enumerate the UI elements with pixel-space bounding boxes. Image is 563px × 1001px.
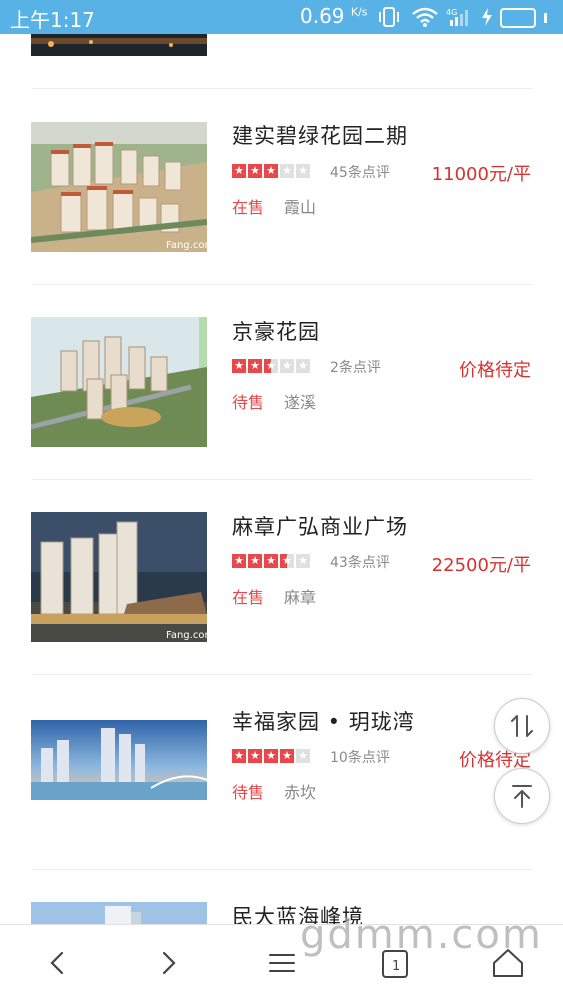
thumbnail-logo: Fang.com <box>166 630 207 641</box>
star-icon: ★ <box>280 359 294 373</box>
district-label: 麻章 <box>284 588 317 607</box>
review-count: 45条点评 <box>330 165 390 181</box>
star-icon: ★ <box>232 359 246 373</box>
star-icon: ★ <box>264 749 278 763</box>
listing-feed[interactable]: Fang.com 建实碧绿花园二期 ★★★★★ 45条点评 11000元/平 在… <box>0 34 563 924</box>
star-icon: ★ <box>296 749 310 763</box>
rating-stars: ★ ★ ★ ★ ★ <box>232 359 310 373</box>
back-to-top-button[interactable] <box>494 768 550 824</box>
listing-title[interactable]: 麻章广弘商业广场 <box>232 511 408 541</box>
listing-thumbnail[interactable] <box>31 317 207 447</box>
listing-title[interactable]: 京豪花园 <box>232 316 320 346</box>
list-divider <box>32 88 532 89</box>
district-label: 霞山 <box>284 198 317 217</box>
rating-stars: ★ ★ ★ ★ ★ <box>232 554 310 568</box>
star-icon: ★ <box>248 554 262 568</box>
listing-thumbnail[interactable]: Fang.com <box>31 122 207 252</box>
battery-icon <box>500 8 536 28</box>
battery-tip <box>544 13 547 23</box>
back-button[interactable] <box>38 943 78 983</box>
tab-count: 1 <box>392 959 400 974</box>
network-speed: 0.69 K/s <box>300 4 368 28</box>
rating-stars: ★ ★ ★ ★ ★ <box>232 749 310 763</box>
chevron-left-icon <box>50 951 64 975</box>
star-icon: ★ <box>264 164 278 178</box>
star-icon: ★ <box>296 554 310 568</box>
network-type: 4G <box>446 8 457 17</box>
signal-icon: 4G <box>446 7 474 31</box>
listing-title[interactable]: 建实碧绿花园二期 <box>232 120 408 150</box>
star-icon: ★ <box>248 359 262 373</box>
star-icon: ★ <box>280 554 294 568</box>
listing-price: 11000元/平 <box>431 164 531 185</box>
sale-status: 在售 <box>232 588 265 607</box>
district-label: 赤坎 <box>284 783 317 802</box>
sale-status: 待售 <box>232 393 265 412</box>
charging-icon <box>480 7 494 31</box>
listing-thumbnail[interactable]: Fang.com <box>31 512 207 642</box>
star-icon: ★ <box>280 749 294 763</box>
star-icon: ★ <box>232 164 246 178</box>
vibrate-icon <box>378 7 400 31</box>
listing-price: 价格待定 <box>459 360 531 381</box>
star-icon: ★ <box>248 749 262 763</box>
review-count: 2条点评 <box>330 360 381 376</box>
status-bar: 上午1:17 0.69 K/s 4G <box>0 0 563 34</box>
list-divider <box>32 869 532 870</box>
review-count: 43条点评 <box>330 555 390 571</box>
review-count: 10条点评 <box>330 750 390 766</box>
rating-stars: ★ ★ ★ ★ ★ <box>232 164 310 178</box>
menu-button[interactable] <box>262 943 302 983</box>
status-time: 上午1:17 <box>10 8 95 32</box>
star-icon: ★ <box>264 359 278 373</box>
thumbnail-logo: Fang.com <box>166 240 207 251</box>
star-icon: ★ <box>232 749 246 763</box>
sort-button[interactable] <box>494 698 550 754</box>
list-divider <box>32 284 532 285</box>
listing-thumbnail[interactable] <box>31 902 207 924</box>
list-divider <box>32 674 532 675</box>
wifi-icon <box>412 7 438 31</box>
forward-button[interactable] <box>148 943 188 983</box>
sort-arrows-icon <box>511 715 533 737</box>
watermark: gdmm.com <box>300 912 543 958</box>
district-label: 遂溪 <box>284 393 317 412</box>
list-divider <box>32 479 532 480</box>
star-icon: ★ <box>232 554 246 568</box>
star-icon: ★ <box>296 164 310 178</box>
star-icon: ★ <box>296 359 310 373</box>
back-to-top-icon <box>512 785 532 808</box>
sale-status: 在售 <box>232 198 265 217</box>
listing-thumbnail[interactable] <box>31 34 207 56</box>
chevron-right-icon <box>162 951 176 975</box>
listing-title[interactable]: 幸福家园 • 玥珑湾 <box>232 706 415 736</box>
menu-icon <box>269 954 295 972</box>
star-icon: ★ <box>248 164 262 178</box>
listing-thumbnail[interactable] <box>31 720 207 800</box>
sale-status: 待售 <box>232 783 265 802</box>
listing-price: 22500元/平 <box>431 555 531 576</box>
star-icon: ★ <box>264 554 278 568</box>
star-icon: ★ <box>280 164 294 178</box>
